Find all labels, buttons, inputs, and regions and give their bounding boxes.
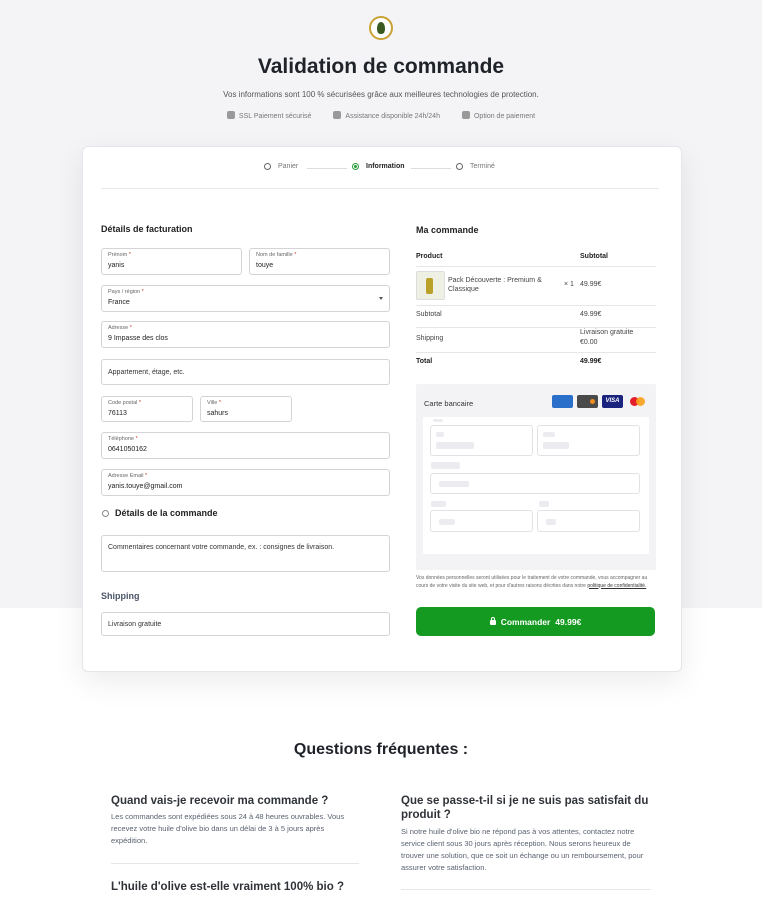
postcode-field[interactable]: Code postal * 76113	[101, 396, 193, 422]
order-comments-textarea[interactable]: Commentaires concernant votre commande, …	[101, 535, 390, 572]
card-name-input[interactable]	[537, 425, 640, 456]
order-heading: Ma commande	[416, 225, 479, 235]
shipping-method-field[interactable]: Livraison gratuite	[101, 612, 390, 636]
card-form-frame	[423, 417, 649, 554]
step-circle-icon	[264, 163, 271, 170]
page-subtitle: Vos informations sont 100 % sécurisées g…	[223, 90, 539, 99]
credit-card-icon	[461, 111, 470, 119]
mastercard-icon	[627, 395, 648, 408]
step-active-circle-icon	[352, 163, 359, 170]
chevron-down-icon	[379, 297, 383, 300]
page-title: Validation de commande	[257, 55, 505, 78]
step-done[interactable]: Terminé	[456, 163, 495, 170]
faq-answer: Si notre huile d'olive bio ne répond pas…	[401, 827, 644, 872]
checkout-card: Panier Information Terminé Détails de fa…	[82, 146, 682, 672]
shipping-heading: Shipping	[101, 591, 140, 601]
order-item-qty: × 1	[564, 281, 574, 288]
checkout-steps: Panier Information Terminé	[83, 163, 681, 175]
firstname-field[interactable]: Prénom * yanis	[101, 248, 242, 275]
brand-logo	[369, 16, 393, 40]
card-zip-input[interactable]	[537, 510, 640, 532]
assurance-ssl: SSL Paiement sécurisé	[226, 111, 311, 120]
steps-divider	[101, 188, 659, 189]
faq-title: Questions fréquentes :	[293, 741, 469, 758]
order-table-header: Product Subtotal	[416, 251, 656, 267]
faq-answer: Les commandes sont expédiées sous 24 à 4…	[111, 812, 345, 845]
phone-field[interactable]: Téléphone * 0641050162	[101, 432, 390, 459]
faq-question[interactable]: Que se passe-t-il si je ne suis pas sati…	[401, 794, 653, 822]
place-order-button[interactable]: Commander 49.99€	[416, 607, 655, 636]
amex-icon	[552, 395, 573, 408]
city-field[interactable]: Ville * sahurs	[200, 396, 292, 422]
address2-field[interactable]: Appartement, étage, etc.	[101, 359, 390, 385]
step-connector	[307, 168, 347, 169]
step-connector	[411, 168, 451, 169]
order-item-row: Pack Découverte : Premium & Classique × …	[416, 267, 656, 306]
order-item-name: Pack Découverte : Premium & Classique	[448, 277, 542, 293]
lock-icon	[489, 617, 496, 625]
email-field[interactable]: Adresse Email * yanis.touye@gmail.com	[101, 469, 390, 496]
support-icon	[333, 111, 342, 119]
card-cvc-input[interactable]	[430, 510, 533, 532]
address-field[interactable]: Adresse * 9 Impasse des clos	[101, 321, 390, 348]
billing-heading: Détails de facturation	[101, 224, 193, 234]
assurance-bar: SSL Paiement sécurisé Assistance disponi…	[0, 111, 762, 120]
country-select[interactable]: Pays / région * France	[101, 285, 390, 312]
privacy-policy-link[interactable]: politique de confidentialité.	[587, 583, 646, 589]
discover-icon	[577, 395, 598, 408]
faq-question[interactable]: L'huile d'olive est-elle vraiment 100% b…	[111, 880, 371, 894]
payment-panel: Carte bancaire VISA	[416, 384, 656, 570]
faq-question[interactable]: Quand vais-je recevoir ma commande ?	[111, 794, 361, 808]
shipping-row: Shipping Livraison gratuite €0.00	[416, 328, 656, 353]
assurance-support: Assistance disponible 24h/24h	[333, 111, 440, 120]
faq-divider	[111, 863, 359, 864]
lastname-field[interactable]: Nom de famille * touye	[249, 248, 390, 275]
subtotal-row: Subtotal 49.99€	[416, 306, 656, 328]
card-number-input[interactable]	[430, 425, 533, 456]
step-cart[interactable]: Panier	[264, 163, 298, 170]
assurance-payment: Option de paiement	[461, 111, 535, 120]
faq-divider	[401, 889, 651, 890]
order-item-price: 49.99€	[580, 281, 602, 288]
shield-icon	[226, 111, 235, 119]
visa-icon: VISA	[602, 395, 623, 408]
card-expiry-input[interactable]	[430, 473, 640, 494]
order-details-radio[interactable]	[102, 510, 109, 517]
step-information[interactable]: Information	[352, 163, 405, 170]
product-thumbnail	[416, 271, 445, 300]
total-row: Total 49.99€	[416, 358, 602, 365]
order-details-label: Détails de la commande	[115, 508, 218, 518]
card-payment-label[interactable]: Carte bancaire	[424, 399, 473, 408]
privacy-notice: Vos données personnelles seront utilisée…	[416, 575, 648, 589]
step-circle-icon	[456, 163, 463, 170]
